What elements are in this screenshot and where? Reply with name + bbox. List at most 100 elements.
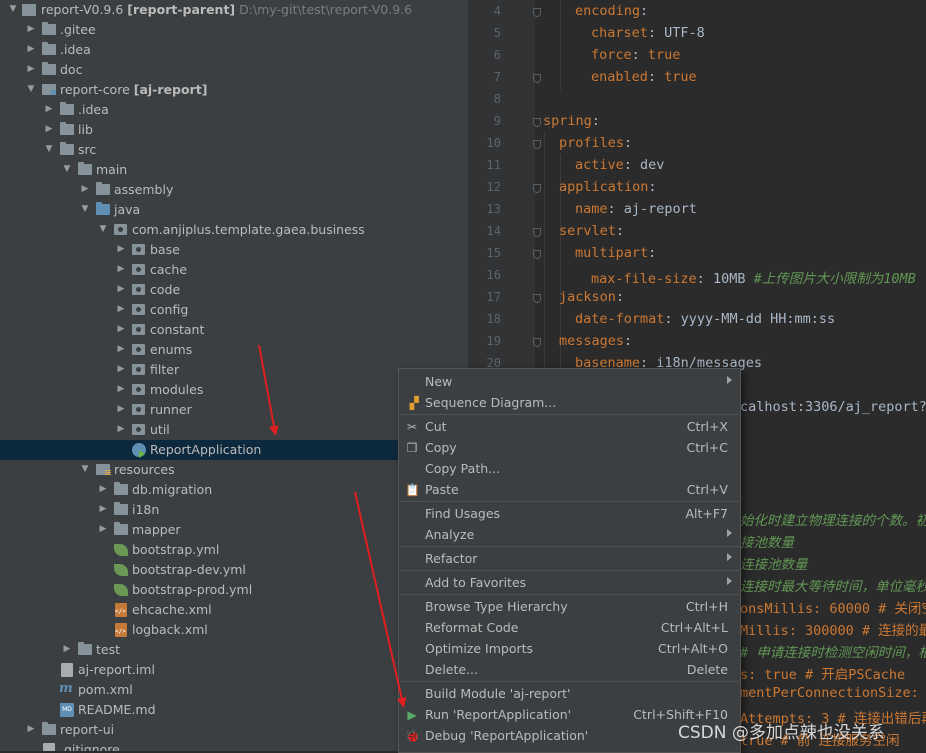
tree-item-label: runner	[150, 402, 192, 417]
chevron-right-icon[interactable]: ▶	[116, 284, 126, 294]
chevron-down-icon[interactable]: ▼	[26, 84, 36, 94]
menu-shortcut: Delete	[686, 662, 728, 677]
tree-item-label: bootstrap-dev.yml	[132, 562, 246, 577]
chevron-right-icon[interactable]: ▶	[98, 504, 108, 514]
tree-row-base[interactable]: ▶ base	[0, 240, 468, 260]
package-icon	[132, 364, 145, 375]
tree-row-core-idea[interactable]: ▶ .idea	[0, 100, 468, 120]
tree-row-src[interactable]: ▼ src	[0, 140, 468, 160]
chevron-down-icon[interactable]: ▼	[80, 204, 90, 214]
code-fragment: 连接时最大等待时间，单位毫秒。	[740, 579, 926, 595]
code-fragment: # 申请连接时检测空闲时间，根据	[740, 645, 926, 661]
tree-row-assembly[interactable]: ▶ assembly	[0, 180, 468, 200]
package-icon	[132, 264, 145, 275]
menu-item-add-to-favorites[interactable]: Add to Favorites	[399, 572, 740, 593]
fold-marker-icon[interactable]	[533, 294, 541, 303]
menu-item-paste[interactable]: 📋 Paste Ctrl+V	[399, 479, 740, 500]
chevron-right-icon[interactable]: ▶	[98, 484, 108, 494]
tree-item-label: .gitignore	[60, 742, 120, 751]
menu-item-build-module[interactable]: Build Module 'aj-report'	[399, 683, 740, 704]
tree-row-report-core[interactable]: ▼ report-core [aj-report]	[0, 80, 468, 100]
fold-marker-icon[interactable]	[533, 338, 541, 347]
tree-item-label: cache	[150, 262, 188, 277]
chevron-right-icon[interactable]: ▶	[116, 424, 126, 434]
chevron-right-icon[interactable]: ▶	[116, 344, 126, 354]
tree-row-config[interactable]: ▶ config	[0, 300, 468, 320]
fold-marker-icon[interactable]	[533, 8, 541, 17]
fold-marker-icon[interactable]	[533, 184, 541, 193]
menu-item-copy[interactable]: ❐ Copy Ctrl+C	[399, 437, 740, 458]
tree-row-cache[interactable]: ▶ cache	[0, 260, 468, 280]
chevron-right-icon[interactable]: ▶	[116, 384, 126, 394]
tree-item-label: lib	[78, 122, 93, 137]
menu-item-copy-path[interactable]: Copy Path...	[399, 458, 740, 479]
yaml-sep: :	[624, 135, 633, 151]
chevron-right-icon[interactable]: ▶	[116, 244, 126, 254]
menu-item-cut[interactable]: ✂ Cut Ctrl+X	[399, 416, 740, 437]
yaml-sep: :	[696, 271, 713, 287]
chevron-right-icon[interactable]: ▶	[116, 304, 126, 314]
code-line: messages:	[559, 333, 632, 349]
tree-row-main[interactable]: ▼ main	[0, 160, 468, 180]
clipboard-icon: 📋	[405, 483, 420, 497]
tree-row-doc[interactable]: ▶ doc	[0, 60, 468, 80]
chevron-right-icon[interactable]: ▶	[44, 124, 54, 134]
chevron-right-icon[interactable]: ▶	[98, 524, 108, 534]
chevron-down-icon[interactable]: ▼	[8, 4, 18, 14]
tree-row-package[interactable]: ▼ com.anjiplus.template.gaea.business	[0, 220, 468, 240]
yaml-key: max-file-size	[591, 271, 697, 287]
menu-item-delete[interactable]: Delete... Delete	[399, 659, 740, 680]
chevron-right-icon[interactable]: ▶	[26, 724, 36, 734]
chevron-right-icon[interactable]: ▶	[62, 644, 72, 654]
chevron-right-icon[interactable]: ▶	[26, 44, 36, 54]
code-fragment: onsMillis: 60000 # 关闭空	[740, 601, 926, 617]
menu-item-optimize-imports[interactable]: Optimize Imports Ctrl+Alt+O	[399, 638, 740, 659]
tree-row-root[interactable]: ▼ report-V0.9.6 [report-parent] D:\my-gi…	[0, 0, 468, 20]
tree-row-lib[interactable]: ▶ lib	[0, 120, 468, 140]
fold-marker-icon[interactable]	[533, 228, 541, 237]
code-line: application:	[559, 179, 657, 195]
yaml-key: profiles	[559, 135, 625, 151]
menu-item-refactor[interactable]: Refactor	[399, 548, 740, 569]
tree-item-label: report-ui	[60, 722, 115, 737]
chevron-right-icon[interactable]: ▶	[116, 364, 126, 374]
menu-item-label: Reformat Code	[425, 620, 519, 635]
chevron-right-icon[interactable]: ▶	[26, 24, 36, 34]
tree-row-java[interactable]: ▼ java	[0, 200, 468, 220]
tree-item-label: bootstrap-prod.yml	[132, 582, 253, 597]
menu-item-reformat-code[interactable]: Reformat Code Ctrl+Alt+L	[399, 617, 740, 638]
menu-item-sequence-diagram[interactable]: ▗▘ Sequence Diagram...	[399, 392, 740, 413]
chevron-down-icon[interactable]: ▼	[98, 224, 108, 234]
root-path: D:\my-git\test\report-V0.9.6	[239, 2, 413, 17]
chevron-right-icon[interactable]: ▶	[44, 104, 54, 114]
module-name: report-core	[60, 82, 130, 97]
tree-row-idea[interactable]: ▶ .idea	[0, 40, 468, 60]
chevron-right-icon[interactable]: ▶	[80, 184, 90, 194]
submenu-arrow-icon	[727, 529, 732, 537]
tree-row-gitee[interactable]: ▶ .gitee	[0, 20, 468, 40]
menu-item-analyze[interactable]: Analyze	[399, 524, 740, 545]
debug-icon: 🐞	[405, 729, 420, 743]
tree-row-enums[interactable]: ▶ enums	[0, 340, 468, 360]
fold-marker-icon[interactable]	[533, 140, 541, 149]
code-line: active: dev	[575, 157, 664, 173]
chevron-right-icon[interactable]: ▶	[116, 404, 126, 414]
menu-item-label: Build Module 'aj-report'	[425, 686, 571, 701]
chevron-right-icon[interactable]: ▶	[116, 264, 126, 274]
chevron-down-icon[interactable]: ▼	[80, 464, 90, 474]
chevron-down-icon[interactable]: ▼	[62, 164, 72, 174]
tree-row-code[interactable]: ▶ code	[0, 280, 468, 300]
menu-item-find-usages[interactable]: Find Usages Alt+F7	[399, 503, 740, 524]
chevron-right-icon[interactable]: ▶	[26, 64, 36, 74]
fold-marker-icon[interactable]	[533, 250, 541, 259]
fold-marker-icon[interactable]	[533, 74, 541, 83]
line-number: 18	[486, 312, 501, 326]
menu-separator	[400, 414, 739, 415]
chevron-right-icon[interactable]: ▶	[116, 324, 126, 334]
menu-item-new[interactable]: New	[399, 371, 740, 392]
fold-marker-icon[interactable]	[533, 118, 541, 127]
menu-separator	[400, 570, 739, 571]
menu-item-browse-type-hierarchy[interactable]: Browse Type Hierarchy Ctrl+H	[399, 596, 740, 617]
tree-row-constant[interactable]: ▶ constant	[0, 320, 468, 340]
chevron-down-icon[interactable]: ▼	[44, 144, 54, 154]
